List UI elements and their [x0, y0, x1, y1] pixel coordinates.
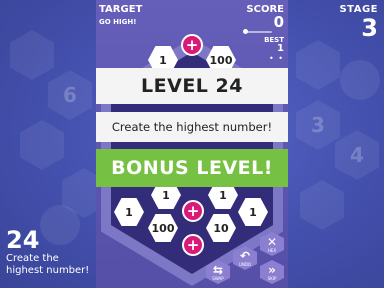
background-hexagon	[10, 30, 54, 80]
level-banner: LEVEL 24	[96, 68, 288, 104]
background-hexagon: 3	[296, 100, 340, 150]
side-objective: 24 Create the highest number!	[6, 227, 96, 277]
undo-button-label: UNDO	[238, 261, 252, 267]
more-dots-icon: • •	[269, 54, 284, 63]
side-objective-text: Create the highest number!	[6, 253, 90, 276]
plus-operator-tile[interactable]: +	[182, 200, 204, 222]
score-value: 0	[273, 13, 284, 31]
background-hexagon: 6	[48, 70, 92, 120]
undo-icon: ↶	[239, 248, 251, 263]
close-icon: ✕	[266, 234, 278, 249]
swap-icon: ⇆	[212, 262, 224, 277]
background-hexagon: 4	[335, 130, 379, 180]
target-label: TARGET	[99, 4, 143, 15]
close-button-label: HEX	[267, 247, 277, 253]
background-hexagon	[296, 40, 340, 90]
score-progress-bar	[243, 29, 272, 34]
side-target-number: 24	[6, 226, 40, 254]
game-screen: TARGET GO HIGH! SCORE 0 BEST 1 • • + 1 1…	[96, 0, 288, 288]
background-hexagon	[300, 180, 344, 230]
swap-button-label: SWAP	[212, 275, 224, 281]
skip-button-label: SKIP	[267, 275, 277, 281]
objective-banner: Create the highest number!	[96, 112, 288, 142]
score-progress-knob	[243, 29, 248, 34]
plus-operator-tile[interactable]: +	[181, 34, 203, 56]
fast-forward-icon: »	[268, 262, 276, 277]
bonus-level-banner: BONUS LEVEL!	[96, 149, 288, 187]
stage-number: 3	[361, 14, 378, 42]
stage-indicator: STAGE 3	[339, 4, 378, 41]
plus-operator-tile[interactable]: +	[182, 234, 204, 256]
background-circle	[340, 60, 380, 100]
target-value: GO HIGH!	[99, 18, 137, 26]
background-hexagon	[20, 120, 64, 170]
best-value: 1	[277, 43, 284, 54]
